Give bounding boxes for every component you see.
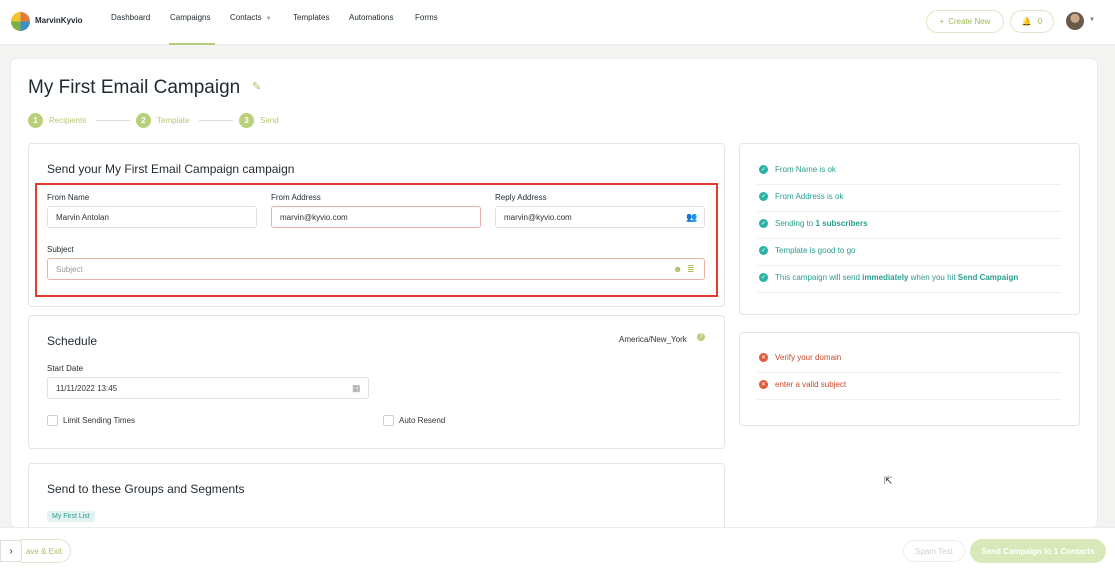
check-circle-icon: ✓ <box>759 273 768 282</box>
auto-resend-label[interactable]: Auto Resend <box>399 416 445 425</box>
top-navbar: MarvinKyvio Dashboard Campaigns Contacts… <box>0 0 1115 45</box>
start-date-value: 11/11/2022 13:45 <box>56 383 118 393</box>
calendar-icon[interactable]: ▦ <box>352 383 361 394</box>
status-error-subject: ✕ enter a valid subject <box>759 380 846 389</box>
create-new-button[interactable]: + Create New <box>926 10 1004 33</box>
status-ok-template: ✓ Template is good to go <box>759 246 856 255</box>
status-ok-from-name: ✓ From Name is ok <box>759 165 836 174</box>
notifications-button[interactable]: 🔔 0 <box>1010 10 1054 33</box>
divider <box>757 292 1061 293</box>
highlight-box <box>35 183 718 297</box>
mouse-cursor-icon: ⇱ <box>884 476 893 487</box>
chevron-down-icon[interactable]: ▼ <box>1089 17 1095 23</box>
chevron-down-icon: ▼ <box>265 16 272 22</box>
error-text: Verify your domain <box>775 353 842 362</box>
status-text-bold: immediately <box>862 273 909 282</box>
step-2-circle[interactable]: 2 <box>136 113 151 128</box>
brand-name[interactable]: MarvinKyvio <box>35 16 83 25</box>
divider <box>757 184 1061 185</box>
nav-active-indicator <box>169 43 215 45</box>
nav-dashboard[interactable]: Dashboard <box>111 13 150 22</box>
groups-title: Send to these Groups and Segments <box>47 482 245 496</box>
status-text: From Address is ok <box>775 192 844 201</box>
nav-campaigns[interactable]: Campaigns <box>170 13 210 22</box>
error-circle-icon: ✕ <box>759 353 768 362</box>
start-date-label: Start Date <box>47 364 84 373</box>
step-connector <box>199 120 233 121</box>
schedule-title: Schedule <box>47 334 98 348</box>
status-text-mid: when you hit <box>908 273 958 282</box>
error-text: enter a valid subject <box>775 380 847 389</box>
status-ok-timing: ✓ This campaign will send immediately whe… <box>759 273 1018 282</box>
nav-automations[interactable]: Automations <box>349 13 393 22</box>
status-error-domain: ✕ Verify your domain <box>759 353 841 362</box>
limit-sending-label[interactable]: Limit Sending Times <box>63 416 135 425</box>
create-new-label: Create New <box>948 17 991 26</box>
divider <box>757 372 1061 373</box>
error-circle-icon: ✕ <box>759 380 768 389</box>
help-icon[interactable]: ? <box>697 333 705 341</box>
status-ok-from-address: ✓ From Address is ok <box>759 192 843 201</box>
status-text: Sending to 1 subscribers <box>775 219 868 228</box>
check-circle-icon: ✓ <box>759 246 768 255</box>
divider <box>757 265 1061 266</box>
group-tag[interactable]: My First List <box>47 511 95 522</box>
notification-count: 0 <box>1037 17 1043 26</box>
errors-panel <box>739 332 1080 426</box>
status-text: This campaign will send immediately when… <box>775 273 1018 282</box>
step-3-label[interactable]: Send <box>260 116 279 125</box>
chevron-right-icon[interactable]: › <box>0 540 22 562</box>
step-1-circle[interactable]: 1 <box>28 113 43 128</box>
spam-test-button[interactable]: Spam Test <box>903 540 965 562</box>
bell-icon: 🔔 <box>1021 17 1032 26</box>
auto-resend-checkbox[interactable] <box>383 415 394 426</box>
status-text-pre: Sending to <box>775 219 816 228</box>
pencil-icon[interactable]: ✎ <box>252 80 261 93</box>
check-circle-icon: ✓ <box>759 219 768 228</box>
step-2-label[interactable]: Template <box>157 116 189 125</box>
status-text-bold: 1 subscribers <box>815 219 868 228</box>
status-text: From Name is ok <box>775 165 836 174</box>
step-3-circle[interactable]: 3 <box>239 113 254 128</box>
step-connector <box>96 120 130 121</box>
timezone-label[interactable]: America/New_York <box>619 335 687 344</box>
send-campaign-button[interactable]: Send Campaign to 1 Contacts <box>970 539 1106 563</box>
limit-sending-checkbox[interactable] <box>47 415 58 426</box>
nav-contacts[interactable]: Contacts ▼ <box>230 13 272 22</box>
page-title: My First Email Campaign <box>28 77 241 98</box>
status-text: Template is good to go <box>775 246 856 255</box>
nav-forms[interactable]: Forms <box>415 13 438 22</box>
user-avatar[interactable] <box>1066 12 1084 30</box>
brand-logo-icon[interactable] <box>11 12 30 31</box>
divider <box>757 211 1061 212</box>
status-text-bold2: Send Campaign <box>957 273 1019 282</box>
status-ok-recipients: ✓ Sending to 1 subscribers <box>759 219 868 228</box>
nav-contacts-label: Contacts <box>230 13 262 22</box>
status-text-pre: This campaign will send <box>775 273 863 282</box>
plus-icon: + <box>939 17 945 26</box>
divider <box>757 238 1061 239</box>
check-circle-icon: ✓ <box>759 165 768 174</box>
start-date-input[interactable]: 11/11/2022 13:45 <box>47 377 369 399</box>
step-1-label[interactable]: Recipients <box>49 116 86 125</box>
send-panel-title: Send your My First Email Campaign campai… <box>47 162 295 176</box>
check-circle-icon: ✓ <box>759 192 768 201</box>
divider <box>757 399 1061 400</box>
nav-templates[interactable]: Templates <box>293 13 329 22</box>
